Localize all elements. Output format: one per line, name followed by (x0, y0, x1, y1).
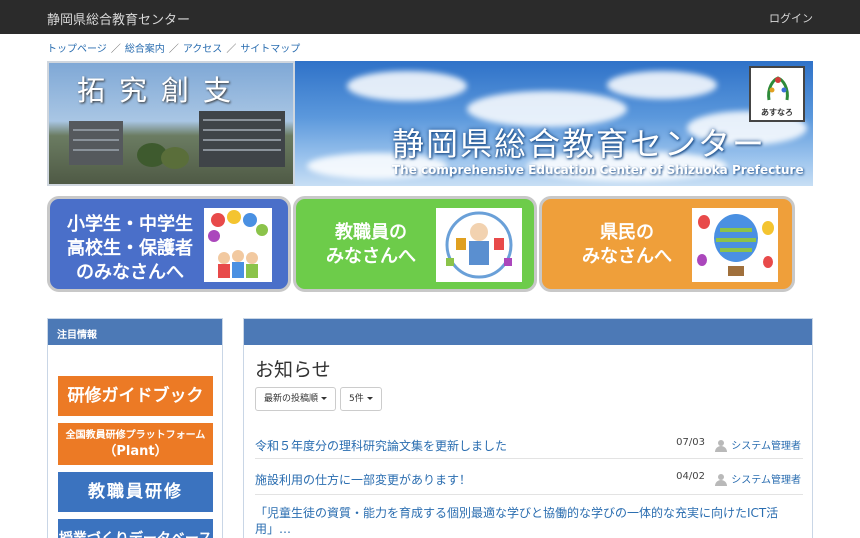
news-item-title[interactable]: 「児童生徒の資質・能力を育成する個別最適な学びと協働的な学びの一体的な充実に向け… (255, 505, 795, 537)
news-item-author[interactable]: システム管理者 (715, 471, 801, 486)
teachers-label-line: 教職員の (335, 222, 407, 243)
plant-platform-sublabel: （Plant） (103, 444, 168, 459)
students-label-line: 小学生・中学生 (67, 214, 193, 235)
news-item: 「児童生徒の資質・能力を育成する個別最適な学びと協働的な学びの一体的な充実に向け… (255, 499, 803, 538)
top-navbar: 静岡県総合教育センター ログイン (0, 0, 860, 34)
breadcrumb-top[interactable]: トップページ (47, 44, 107, 55)
students-label: 小学生・中学生 高校生・保護者 のみなさんへ (60, 213, 200, 285)
plant-platform-button[interactable]: 全国教員研修プラットフォーム （Plant） (58, 423, 213, 465)
staff-training-button[interactable]: 教職員研修 (58, 472, 213, 512)
site-title[interactable]: 静岡県総合教育センター (47, 9, 190, 28)
news-item: 施設利用の仕方に一部変更があります！ 04/02 システム管理者 (255, 461, 803, 495)
students-parents-button[interactable]: 小学生・中学生 高校生・保護者 のみなさんへ (47, 196, 291, 292)
breadcrumb-guide[interactable]: 総合案内 (125, 44, 165, 55)
user-icon (715, 440, 728, 452)
count-label: 5件 (349, 394, 364, 404)
mascot-logo[interactable]: あすなろ (749, 66, 805, 122)
teachers-button[interactable]: 教職員の みなさんへ (293, 196, 537, 292)
count-dropdown[interactable]: 5件 (340, 387, 382, 411)
students-label-line: のみなさんへ (76, 262, 184, 283)
news-item-date: 04/02 (676, 471, 705, 482)
building-photo: 拓究創支 (47, 61, 295, 186)
banner: 拓究創支 静岡県総合教育センター The comprehensive Educa… (47, 61, 813, 186)
building-shape (199, 111, 285, 167)
citizens-label: 県民の みなさんへ (552, 221, 702, 269)
citizens-label-line: みなさんへ (582, 246, 672, 267)
breadcrumb: トップページ／総合案内／アクセス／サイトマップ (47, 40, 300, 55)
news-panel-header (244, 319, 812, 345)
featured-header: 注目情報 (48, 319, 222, 345)
sort-order-dropdown[interactable]: 最新の投稿順 (255, 387, 337, 411)
news-item-author-name: システム管理者 (731, 441, 801, 452)
citizens-label-line: 県民の (600, 222, 654, 243)
tree-shape (161, 147, 189, 169)
cloud-decoration (347, 71, 467, 101)
cloud-decoration (607, 71, 717, 99)
plant-platform-label: 全国教員研修プラットフォーム (65, 430, 206, 441)
banner-kanji: 拓究創支 (77, 74, 246, 107)
breadcrumb-separator: ／ (168, 44, 179, 55)
user-icon (715, 474, 728, 486)
citizens-button[interactable]: 県民の みなさんへ (539, 196, 795, 292)
breadcrumb-access[interactable]: アクセス (183, 44, 223, 55)
breadcrumb-separator: ／ (226, 44, 237, 55)
news-item-author[interactable]: システム管理者 (715, 437, 801, 452)
students-illustration (204, 208, 272, 282)
news-item-title[interactable]: 令和５年度分の理科研究論文集を更新しました (255, 437, 507, 454)
teachers-label-line: みなさんへ (326, 246, 416, 267)
banner-title: 静岡県総合教育センター (392, 125, 767, 163)
breadcrumb-sitemap[interactable]: サイトマップ (240, 44, 300, 55)
sort-order-label: 最新の投稿順 (264, 394, 319, 404)
news-item-author-name: システム管理者 (731, 475, 801, 486)
news-item: 令和５年度分の理科研究論文集を更新しました 07/03 システム管理者 (255, 427, 803, 459)
breadcrumb-separator: ／ (110, 44, 121, 55)
teachers-illustration (436, 208, 522, 282)
teacher-icon (445, 211, 513, 279)
hot-air-balloon-icon (697, 214, 774, 276)
mascot-label: あすなろ (761, 108, 793, 117)
students-label-line: 高校生・保護者 (67, 238, 193, 259)
news-title: お知らせ (255, 359, 331, 381)
mascot-icon (767, 76, 789, 101)
featured-panel: 注目情報 研修ガイドブック 全国教員研修プラットフォーム （Plant） 教職員… (47, 318, 223, 538)
banner-subtitle: The comprehensive Education Center of Sh… (392, 163, 804, 177)
lesson-database-button[interactable]: 授業づくりデータベース (58, 519, 213, 538)
news-panel: お知らせ 最新の投稿順 5件 令和５年度分の理科研究論文集を更新しました 07/… (243, 318, 813, 538)
news-item-date: 07/03 (676, 437, 705, 448)
caret-down-icon (366, 397, 373, 400)
login-link[interactable]: ログイン (769, 10, 813, 26)
teachers-label: 教職員の みなさんへ (306, 221, 436, 269)
citizens-illustration (692, 208, 778, 282)
building-shape (69, 121, 123, 165)
caret-down-icon (321, 397, 328, 400)
news-item-title[interactable]: 施設利用の仕方に一部変更があります！ (255, 471, 471, 488)
training-guidebook-button[interactable]: 研修ガイドブック (58, 376, 213, 416)
balloons-children-icon (208, 210, 268, 278)
